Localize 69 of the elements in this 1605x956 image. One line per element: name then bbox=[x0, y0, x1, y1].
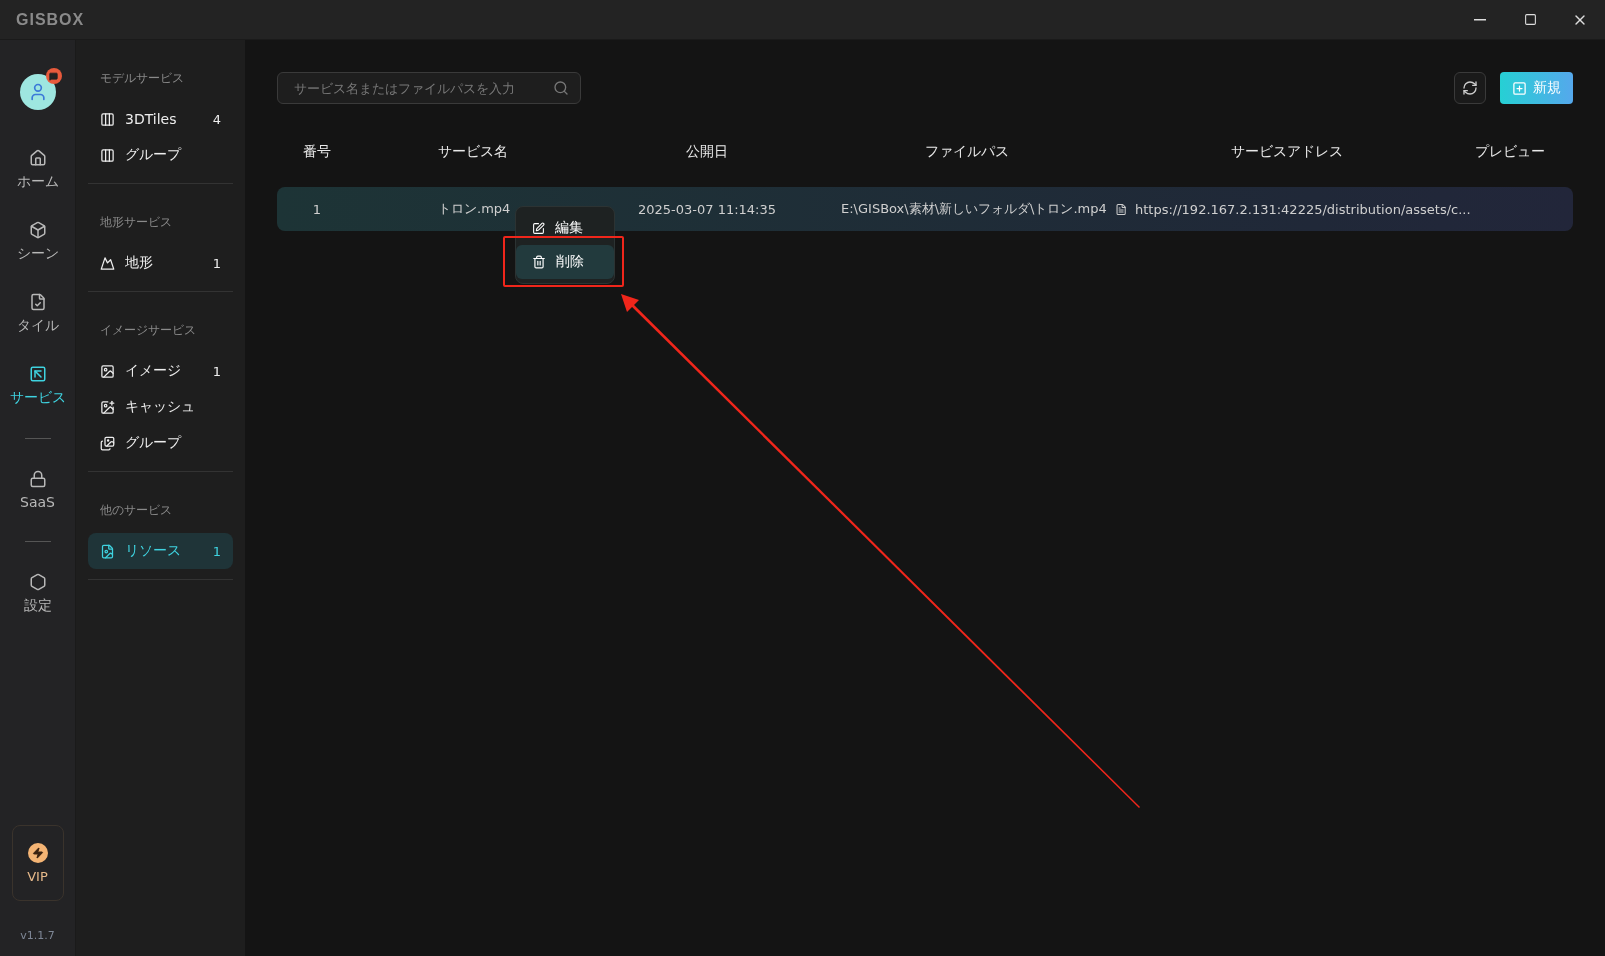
house-icon bbox=[28, 149, 47, 167]
item-count: 1 bbox=[212, 543, 221, 559]
image-icon bbox=[100, 363, 115, 379]
sidebar-item-label: リソース bbox=[125, 542, 181, 560]
settings-icon bbox=[28, 573, 47, 591]
item-count: 4 bbox=[212, 111, 221, 127]
column-header: サービス名 bbox=[437, 143, 509, 161]
document-check-icon bbox=[28, 293, 47, 311]
menu-item[interactable]: 削除 bbox=[516, 245, 614, 279]
arrow-square-icon bbox=[28, 365, 47, 383]
search-field[interactable]: サービス名またはファイルパスを入力 bbox=[277, 72, 581, 104]
column-header: 公開日 bbox=[685, 143, 729, 161]
sidebar-item[interactable]: イメージ 1 bbox=[88, 353, 233, 389]
sidebar-item-label: キャッシュ bbox=[125, 398, 195, 416]
sidebar-item-label: 地形 bbox=[125, 254, 153, 272]
nav-item[interactable]: シーン bbox=[2, 211, 73, 273]
column-header: プレビュー bbox=[1474, 143, 1546, 161]
avatar[interactable] bbox=[19, 74, 56, 110]
mountain-icon bbox=[100, 255, 115, 271]
bars-icon bbox=[100, 111, 115, 127]
images-icon bbox=[100, 435, 115, 451]
section-title: モデルサービス bbox=[99, 70, 185, 87]
item-count: 1 bbox=[212, 255, 221, 271]
nav-item[interactable]: 設定 bbox=[2, 563, 73, 625]
nav-item[interactable]: タイル bbox=[2, 283, 73, 345]
sidebar-item[interactable]: 地形 1 bbox=[88, 245, 233, 281]
bars-icon bbox=[100, 147, 115, 163]
vip-button[interactable]: VIP bbox=[11, 825, 64, 901]
item-count: 1 bbox=[212, 363, 221, 379]
lightning-icon bbox=[27, 842, 48, 863]
column-header: サービスアドレス bbox=[1230, 143, 1344, 161]
message-badge-icon bbox=[45, 68, 62, 84]
file-icon[interactable] bbox=[1114, 202, 1127, 216]
table-cell-text: 2025-03-07 11:14:35 bbox=[636, 201, 778, 217]
sidebar-item[interactable]: リソース 1 bbox=[88, 533, 233, 569]
table-cell: https://192.167.2.131:42225/distribution/assets/c... bbox=[1135, 201, 1471, 217]
app-logo: GISBOX bbox=[16, 10, 85, 29]
sidebar-item-label: グループ bbox=[125, 146, 181, 164]
table-cell-text: トロン.mp4 bbox=[437, 200, 512, 218]
version-label: v1.1.7 bbox=[20, 929, 55, 942]
table-cell-text: 1 bbox=[311, 201, 323, 217]
menu-item[interactable]: 編集 bbox=[516, 211, 614, 245]
plus-square-icon bbox=[1512, 80, 1527, 96]
sidebar-item[interactable]: グループ bbox=[88, 137, 233, 173]
edit-icon bbox=[532, 221, 545, 235]
refresh-button[interactable] bbox=[1454, 72, 1486, 104]
search-icon bbox=[553, 80, 569, 96]
lock-icon bbox=[28, 470, 47, 488]
sidebar-item-label: グループ bbox=[125, 434, 181, 452]
maximize-icon bbox=[1523, 13, 1537, 26]
file-image-icon bbox=[100, 543, 115, 559]
cube-icon bbox=[28, 221, 47, 239]
sidebar-item[interactable]: キャッシュ bbox=[88, 389, 233, 425]
sidebar-item-label: イメージ bbox=[125, 362, 181, 380]
section-title: 地形サービス bbox=[99, 214, 173, 231]
nav-item[interactable]: SaaS bbox=[2, 460, 73, 520]
minimize-icon bbox=[1474, 18, 1486, 21]
table-cell: E:\GISBox\素材\新しいフォルダ\トロン.mp4 bbox=[841, 200, 1107, 218]
sidebar-item[interactable]: グループ bbox=[88, 425, 233, 461]
column-header: ファイルパス bbox=[924, 143, 1010, 161]
column-header: 番号 bbox=[302, 143, 332, 161]
nav-item[interactable]: ホーム bbox=[2, 139, 73, 201]
sidebar-item[interactable]: 3DTiles 4 bbox=[88, 101, 233, 137]
nav-item[interactable]: サービス bbox=[2, 355, 73, 417]
trash-icon bbox=[532, 255, 546, 269]
sidebar-item-label: 3DTiles bbox=[125, 111, 177, 127]
refresh-icon bbox=[1462, 80, 1478, 96]
section-title: 他のサービス bbox=[99, 502, 173, 519]
section-title: イメージサービス bbox=[99, 322, 197, 339]
